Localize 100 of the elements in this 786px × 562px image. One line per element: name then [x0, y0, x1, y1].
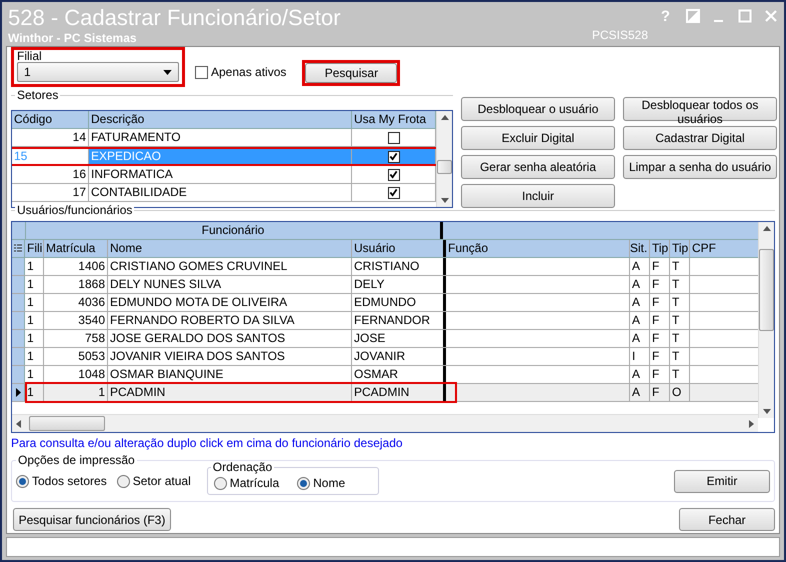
radio-button[interactable]: [297, 476, 310, 490]
table-cell: A: [630, 294, 650, 311]
radio-label: Todos setores: [32, 474, 107, 488]
filial-dropdown[interactable]: 1: [17, 62, 179, 82]
table-cell: CRISTIANO GOMES CRUVINEL: [108, 258, 352, 275]
table-cell: 758: [44, 330, 108, 347]
column-header: Sit.: [630, 240, 650, 257]
table-cell: 17: [12, 184, 89, 201]
row-header[interactable]: [12, 384, 25, 401]
radio-label: Nome: [313, 476, 346, 490]
table-cell: 1: [25, 294, 44, 311]
checkbox[interactable]: [195, 66, 208, 78]
window-title: 528 - Cadastrar Funcionário/Setor: [8, 4, 341, 32]
action-button[interactable]: Incluir: [461, 184, 615, 208]
table-cell: F: [650, 384, 670, 401]
table-cell: PCADMIN: [352, 384, 446, 401]
table-cell: F: [650, 366, 670, 383]
table-cell: 14: [12, 129, 89, 146]
current-row-icon: [16, 388, 20, 397]
checkbox[interactable]: [388, 186, 400, 198]
table-cell: 1: [25, 258, 44, 275]
table-cell: O: [670, 384, 690, 401]
column-header: Matrícula: [44, 240, 108, 257]
checkbox[interactable]: [388, 132, 400, 144]
search-employees-button[interactable]: Pesquisar funcionários (F3): [13, 508, 171, 531]
column-header: Tip: [650, 240, 670, 257]
action-button[interactable]: Desbloquear todos os usuários: [623, 97, 777, 121]
checkbox-label: Apenas ativos: [211, 65, 286, 79]
table-cell: CRISTIANO: [352, 258, 446, 275]
hint-text: Para consulta e/ou alteração duplo click em cima do funcionário desejado: [11, 436, 404, 450]
table-cell: T: [670, 276, 690, 293]
caret-icon: [163, 70, 172, 74]
table-row[interactable]: 17 CONTABILIDADE: [12, 184, 436, 202]
table-cell: 16: [12, 166, 89, 183]
table-cell: EXPEDICAO: [89, 149, 352, 164]
table-cell: A: [630, 366, 650, 383]
action-button[interactable]: Limpar a senha do usuário: [623, 155, 777, 179]
group-title: Usuários/funcionários: [15, 204, 134, 217]
table-cell: 1: [25, 330, 44, 347]
close-button[interactable]: Fechar: [679, 508, 775, 531]
table-row[interactable]: 16 INFORMATICA: [12, 166, 436, 184]
list-icon: [14, 244, 22, 254]
table-cell: JOVANIR VIEIRA DOS SANTOS: [108, 348, 352, 365]
emit-button[interactable]: Emitir: [674, 470, 770, 492]
table-cell: CONTABILIDADE: [89, 184, 352, 201]
scroll-up-icon[interactable]: [440, 115, 448, 120]
table-cell: T: [670, 258, 690, 275]
scroll-right-icon[interactable]: [749, 420, 754, 428]
table-cell: T: [670, 348, 690, 365]
table-cell: OSMAR BIANQUINE: [108, 366, 352, 383]
table-cell: EDMUNDO MOTA DE OLIVEIRA: [108, 294, 352, 311]
radio-button[interactable]: [116, 474, 130, 488]
radio-button[interactable]: [214, 476, 227, 490]
scroll-down-icon[interactable]: [762, 409, 770, 414]
scrollbar[interactable]: [758, 222, 774, 418]
table-cell: JOSE GERALDO DOS SANTOS: [108, 330, 352, 347]
radio-button[interactable]: [16, 474, 29, 488]
window-subtitle: Winthor - PC Sistemas: [8, 32, 138, 44]
column-header: Código: [12, 111, 89, 128]
table-cell: 1: [25, 276, 44, 293]
search-button[interactable]: Pesquisar: [305, 63, 398, 83]
scroll-left-icon[interactable]: [16, 420, 21, 428]
table-cell: DELY: [352, 276, 446, 293]
table-cell: I: [630, 348, 650, 365]
table-cell: 5053: [44, 348, 108, 365]
scrollbar[interactable]: [12, 414, 758, 432]
table-cell: A: [630, 258, 650, 275]
table-cell: INFORMATICA: [89, 166, 352, 183]
table-cell: 1: [25, 384, 44, 401]
column-header: Tip: [670, 240, 690, 257]
action-button[interactable]: Desbloquear o usuário: [461, 97, 615, 121]
table-cell: 1: [25, 312, 44, 329]
radio-label: Matrícula: [230, 476, 280, 490]
table-cell: F: [650, 312, 670, 329]
scroll-thumb[interactable]: [759, 249, 774, 331]
table-cell: A: [630, 384, 650, 401]
scrollbar[interactable]: [436, 111, 452, 207]
checkbox[interactable]: [388, 150, 400, 162]
scroll-down-icon[interactable]: [440, 198, 448, 203]
table-cell: 1048: [44, 366, 108, 383]
table-cell: F: [650, 258, 670, 275]
table-cell: EDMUNDO: [352, 294, 446, 311]
table-row[interactable]: 1 1 PCADMIN PCADMIN A F O: [12, 384, 758, 402]
table-cell: A: [630, 276, 650, 293]
action-button[interactable]: Excluir Digital: [461, 126, 615, 150]
checkbox[interactable]: [388, 168, 400, 180]
scroll-thumb[interactable]: [437, 160, 452, 174]
action-button[interactable]: Cadastrar Digital: [623, 126, 777, 150]
column-chooser-button[interactable]: [12, 240, 25, 257]
table-cell: JOSE: [352, 330, 446, 347]
table-cell: 1406: [44, 258, 108, 275]
scroll-thumb[interactable]: [29, 416, 105, 431]
action-button[interactable]: Gerar senha aleatória: [461, 155, 615, 179]
table-cell: A: [630, 312, 650, 329]
filial-label: Filial: [17, 50, 43, 62]
table-cell: T: [670, 330, 690, 347]
table-cell: T: [670, 366, 690, 383]
table-cell: F: [650, 294, 670, 311]
scroll-up-icon[interactable]: [762, 226, 770, 231]
table-cell: DELY NUNES SILVA: [108, 276, 352, 293]
